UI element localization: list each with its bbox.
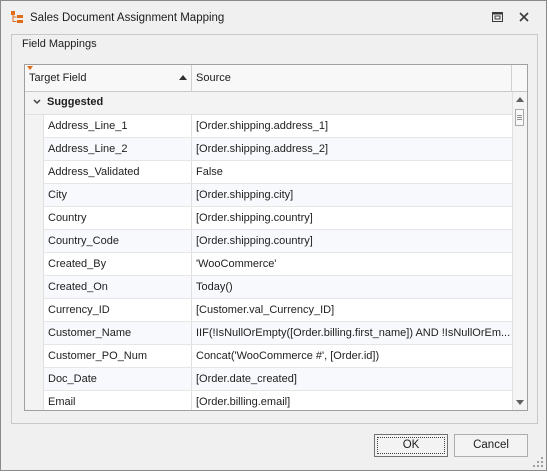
column-header-target-label: Target Field <box>29 72 87 84</box>
table-row[interactable]: Address_Validated False <box>25 161 512 184</box>
table-row[interactable]: City [Order.shipping.city] <box>25 184 512 207</box>
target-field-cell[interactable]: Address_Line_1 <box>44 115 192 137</box>
cancel-button-label: Cancel <box>473 439 509 451</box>
source-cell[interactable]: Concat('WooCommerce #', [Order.id]) <box>192 345 512 367</box>
target-field-cell[interactable]: Address_Validated <box>44 161 192 183</box>
source-cell[interactable]: [Customer.val_Currency_ID] <box>192 299 512 321</box>
mappings-grid[interactable]: Target Field Source Suggested Address_Li… <box>24 64 528 411</box>
scroll-up-icon[interactable] <box>516 97 524 102</box>
table-row[interactable]: Currency_ID [Customer.val_Currency_ID] <box>25 299 512 322</box>
row-indent <box>25 207 44 230</box>
hierarchy-icon <box>11 11 23 23</box>
source-cell[interactable]: [Order.shipping.address_1] <box>192 115 512 137</box>
row-indent <box>25 253 44 276</box>
close-icon <box>519 12 529 22</box>
row-indent <box>25 115 44 138</box>
grip-line <box>517 119 522 120</box>
chevron-down-icon[interactable] <box>32 97 42 107</box>
row-indent <box>25 161 44 184</box>
title-bar[interactable]: Sales Document Assignment Mapping <box>1 1 546 33</box>
target-field-cell[interactable]: Doc_Date <box>44 368 192 390</box>
table-row[interactable]: Created_By 'WooCommerce' <box>25 253 512 276</box>
source-cell[interactable]: [Order.shipping.city] <box>192 184 512 206</box>
scrollbar-thumb[interactable] <box>515 109 524 126</box>
resize-grip-icon[interactable] <box>533 457 543 467</box>
table-row[interactable]: Email [Order.billing.email] <box>25 391 512 410</box>
source-cell[interactable]: [Order.billing.email] <box>192 391 512 410</box>
restore-window-icon <box>491 12 503 22</box>
source-cell[interactable]: 'WooCommerce' <box>192 253 512 275</box>
filter-indicator-icon <box>27 66 33 70</box>
close-button[interactable] <box>516 9 532 25</box>
row-indent <box>25 230 44 253</box>
group-label: Suggested <box>47 96 104 108</box>
source-cell[interactable]: False <box>192 161 512 183</box>
row-indent <box>25 322 44 345</box>
row-indent <box>25 391 44 410</box>
group-row-suggested[interactable]: Suggested <box>25 92 512 115</box>
target-field-cell[interactable]: Email <box>44 391 192 410</box>
target-field-cell[interactable]: Customer_Name <box>44 322 192 344</box>
source-cell[interactable]: Today() <box>192 276 512 298</box>
grid-header: Target Field Source <box>25 65 527 92</box>
table-row[interactable]: Doc_Date [Order.date_created] <box>25 368 512 391</box>
target-field-cell[interactable]: Country_Code <box>44 230 192 252</box>
table-row[interactable]: Country [Order.shipping.country] <box>25 207 512 230</box>
target-field-cell[interactable]: Created_On <box>44 276 192 298</box>
dialog-window: Sales Document Assignment Mapping Field … <box>0 0 547 471</box>
table-row[interactable]: Country_Code [Order.shipping.country] <box>25 230 512 253</box>
target-field-cell[interactable]: Created_By <box>44 253 192 275</box>
source-cell[interactable]: [Order.date_created] <box>192 368 512 390</box>
source-cell[interactable]: IIF(!IsNullOrEmpty([Order.billing.first_… <box>192 322 512 344</box>
source-cell[interactable]: [Order.shipping.country] <box>192 207 512 229</box>
sort-ascending-icon <box>179 75 187 80</box>
source-cell[interactable]: [Order.shipping.country] <box>192 230 512 252</box>
vertical-scrollbar[interactable] <box>512 92 527 410</box>
grip-line <box>517 117 522 118</box>
row-indent <box>25 368 44 391</box>
cancel-button[interactable]: Cancel <box>454 434 528 457</box>
table-row[interactable]: Address_Line_1 [Order.shipping.address_1… <box>25 115 512 138</box>
row-indent <box>25 276 44 299</box>
row-indent <box>25 345 44 368</box>
ok-button[interactable]: OK <box>374 434 448 457</box>
grid-rows: Address_Line_1 [Order.shipping.address_1… <box>25 115 512 410</box>
restore-window-button[interactable] <box>489 9 505 25</box>
table-row[interactable]: Address_Line_2 [Order.shipping.address_2… <box>25 138 512 161</box>
row-indent <box>25 138 44 161</box>
source-cell[interactable]: [Order.shipping.address_2] <box>192 138 512 160</box>
table-row[interactable]: Customer_PO_Num Concat('WooCommerce #', … <box>25 345 512 368</box>
row-indent <box>25 184 44 207</box>
target-field-cell[interactable]: Customer_PO_Num <box>44 345 192 367</box>
table-row[interactable]: Customer_Name IIF(!IsNullOrEmpty([Order.… <box>25 322 512 345</box>
grip-line <box>517 115 522 116</box>
panel-title: Field Mappings <box>22 38 97 50</box>
target-field-cell[interactable]: Address_Line_2 <box>44 138 192 160</box>
column-header-source[interactable]: Source <box>192 65 512 91</box>
focus-rectangle <box>377 437 445 454</box>
window-title: Sales Document Assignment Mapping <box>30 12 225 24</box>
target-field-cell[interactable]: Currency_ID <box>44 299 192 321</box>
column-header-source-label: Source <box>196 72 231 84</box>
column-header-target-field[interactable]: Target Field <box>25 65 192 91</box>
target-field-cell[interactable]: City <box>44 184 192 206</box>
field-mappings-panel: Field Mappings Target Field Source Sugge… <box>11 34 538 424</box>
table-row[interactable]: Created_On Today() <box>25 276 512 299</box>
target-field-cell[interactable]: Country <box>44 207 192 229</box>
row-indent <box>25 299 44 322</box>
scroll-down-icon[interactable] <box>516 400 524 405</box>
